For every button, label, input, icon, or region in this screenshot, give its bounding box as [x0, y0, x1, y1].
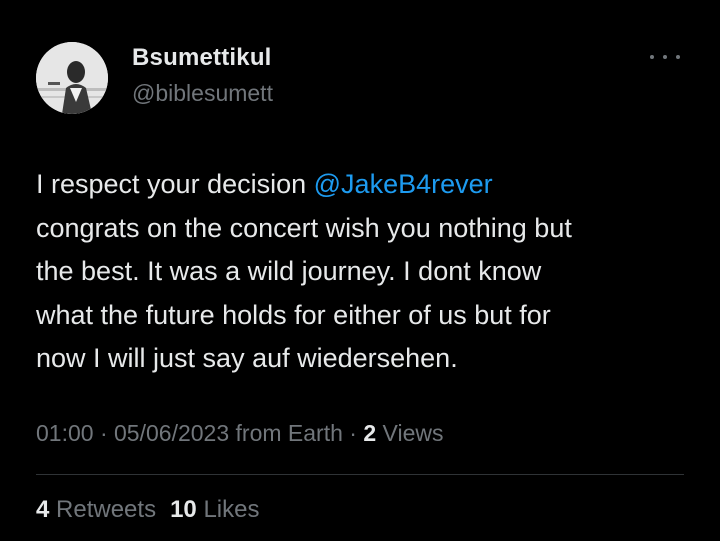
likes-count: 10 — [170, 496, 197, 523]
tweet-line-3: the best. It was a wild journey. I dont … — [36, 256, 542, 286]
display-name[interactable]: Bsumettikul — [132, 44, 272, 72]
dot-icon — [650, 55, 654, 59]
retweets-label: Retweets — [49, 496, 157, 523]
engagement-stats: 4 Retweets 10 Likes — [36, 496, 259, 524]
mention-link[interactable]: @JakeB4rever — [314, 169, 493, 199]
retweets-stat[interactable]: 4 Retweets — [36, 496, 156, 523]
tweet-line-5: now I will just say auf wiedersehen. — [36, 343, 458, 373]
meta-separator: · — [342, 420, 364, 446]
user-handle[interactable]: @biblesumett — [132, 80, 273, 107]
views-count: 2 — [363, 420, 377, 446]
more-options-icon[interactable] — [650, 50, 680, 64]
meta-separator: · — [93, 420, 115, 446]
dot-icon — [676, 55, 680, 59]
likes-label: Likes — [196, 496, 260, 523]
tweet-card: Bsumettikul @biblesumett I respect your … — [0, 0, 720, 541]
avatar-photo — [36, 42, 108, 114]
likes-stat[interactable]: 10 Likes — [170, 496, 259, 523]
tweet-text-start: I respect your decision — [36, 169, 314, 199]
tweet-source: from Earth — [229, 420, 343, 446]
retweets-count: 4 — [36, 496, 50, 523]
avatar[interactable] — [36, 42, 108, 114]
tweet-meta: 01:00 · 05/06/2023 from Earth · 2 Views — [36, 420, 443, 447]
tweet-date[interactable]: 05/06/2023 — [114, 420, 229, 446]
tweet-body: I respect your decision @JakeB4rever con… — [36, 163, 686, 381]
divider — [36, 474, 684, 475]
tweet-line-2: congrats on the concert wish you nothing… — [36, 212, 572, 243]
dot-icon — [663, 55, 667, 59]
views-label: Views — [376, 420, 444, 446]
tweet-line-1: I respect your decision @JakeB4rever — [36, 163, 686, 207]
tweet-time[interactable]: 01:00 — [36, 420, 94, 446]
tweet-line-4: what the future holds for either of us b… — [36, 299, 551, 330]
